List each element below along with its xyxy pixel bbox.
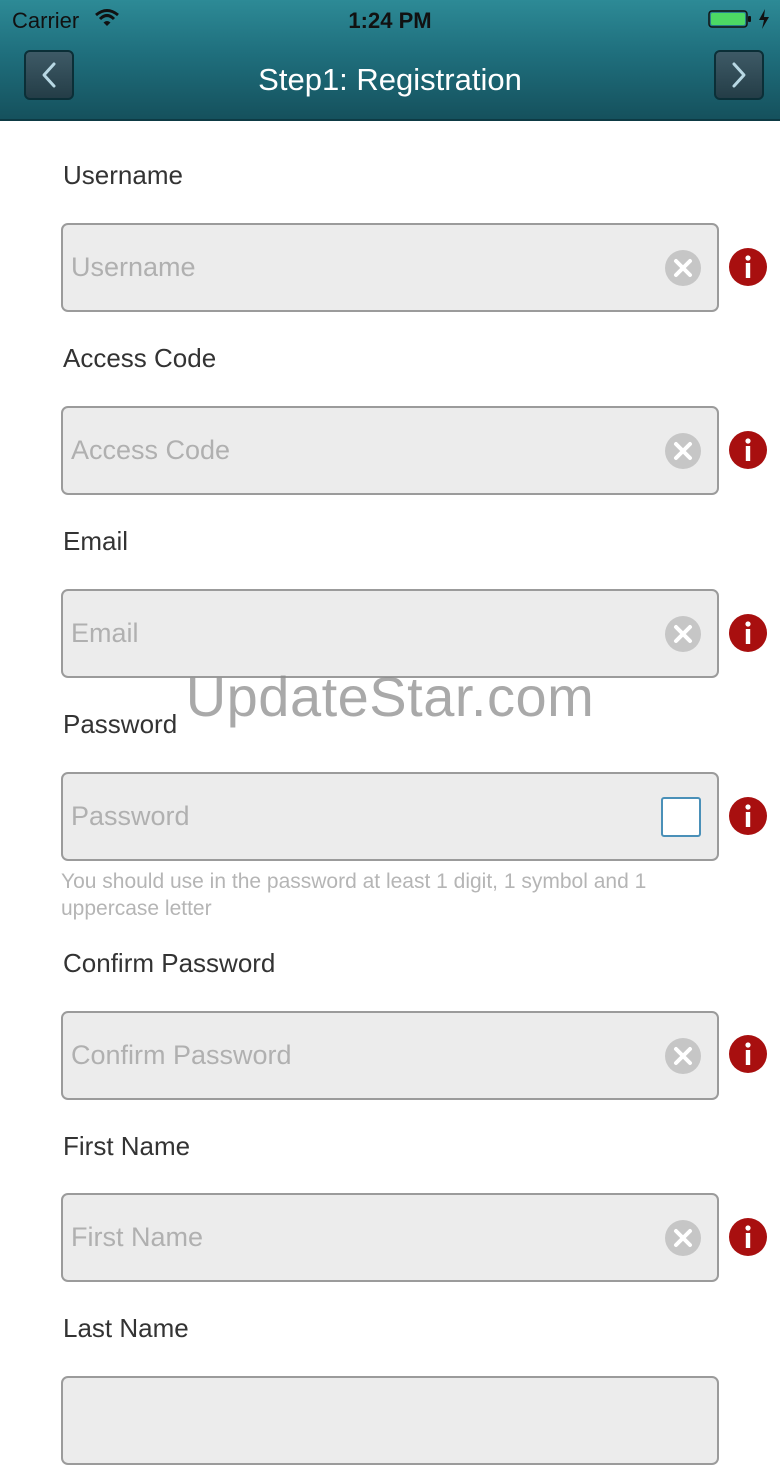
last-name-label: Last Name — [63, 1313, 189, 1343]
password-input[interactable]: Password — [61, 772, 719, 861]
username-label: Username — [63, 160, 183, 190]
info-icon[interactable] — [729, 1218, 767, 1256]
status-bar: Carrier 1:24 PM — [0, 0, 780, 40]
clear-icon[interactable] — [665, 1220, 701, 1256]
first-name-input[interactable]: First Name — [61, 1193, 719, 1282]
battery-icon — [708, 10, 751, 28]
last-name-input[interactable] — [61, 1376, 719, 1465]
chevron-right-icon — [732, 62, 746, 88]
navigation-header: Carrier 1:24 PM Step1: Registration — [0, 0, 780, 121]
show-password-checkbox[interactable] — [661, 797, 701, 837]
info-icon[interactable] — [729, 614, 767, 652]
next-button[interactable] — [714, 50, 764, 100]
email-label: Email — [63, 526, 129, 556]
username-placeholder: Username — [71, 252, 196, 282]
confirm-password-input[interactable]: Confirm Password — [61, 1011, 719, 1100]
watermark: UpdateStar.com — [185, 665, 595, 728]
password-placeholder: Password — [71, 801, 190, 831]
clear-icon[interactable] — [665, 433, 701, 469]
clear-icon[interactable] — [665, 616, 701, 652]
confirm-password-label: Confirm Password — [63, 948, 276, 978]
access-code-label: Access Code — [63, 343, 217, 373]
info-icon[interactable] — [729, 797, 767, 835]
confirm-password-placeholder: Confirm Password — [71, 1040, 292, 1070]
info-icon[interactable] — [729, 1035, 767, 1073]
password-hint: You should use in the password at least … — [61, 870, 647, 920]
status-time: 1:24 PM — [348, 8, 432, 33]
clear-icon[interactable] — [665, 1038, 701, 1074]
clear-icon[interactable] — [665, 250, 701, 286]
page-title: Step1: Registration — [258, 62, 522, 97]
username-input[interactable]: Username — [61, 223, 719, 312]
charging-bolt-icon — [759, 9, 769, 29]
access-code-placeholder: Access Code — [71, 435, 231, 465]
first-name-label: First Name — [63, 1131, 191, 1161]
first-name-placeholder: First Name — [71, 1222, 204, 1252]
access-code-input[interactable]: Access Code — [61, 406, 719, 495]
info-icon[interactable] — [729, 431, 767, 469]
info-icon[interactable] — [729, 248, 767, 286]
